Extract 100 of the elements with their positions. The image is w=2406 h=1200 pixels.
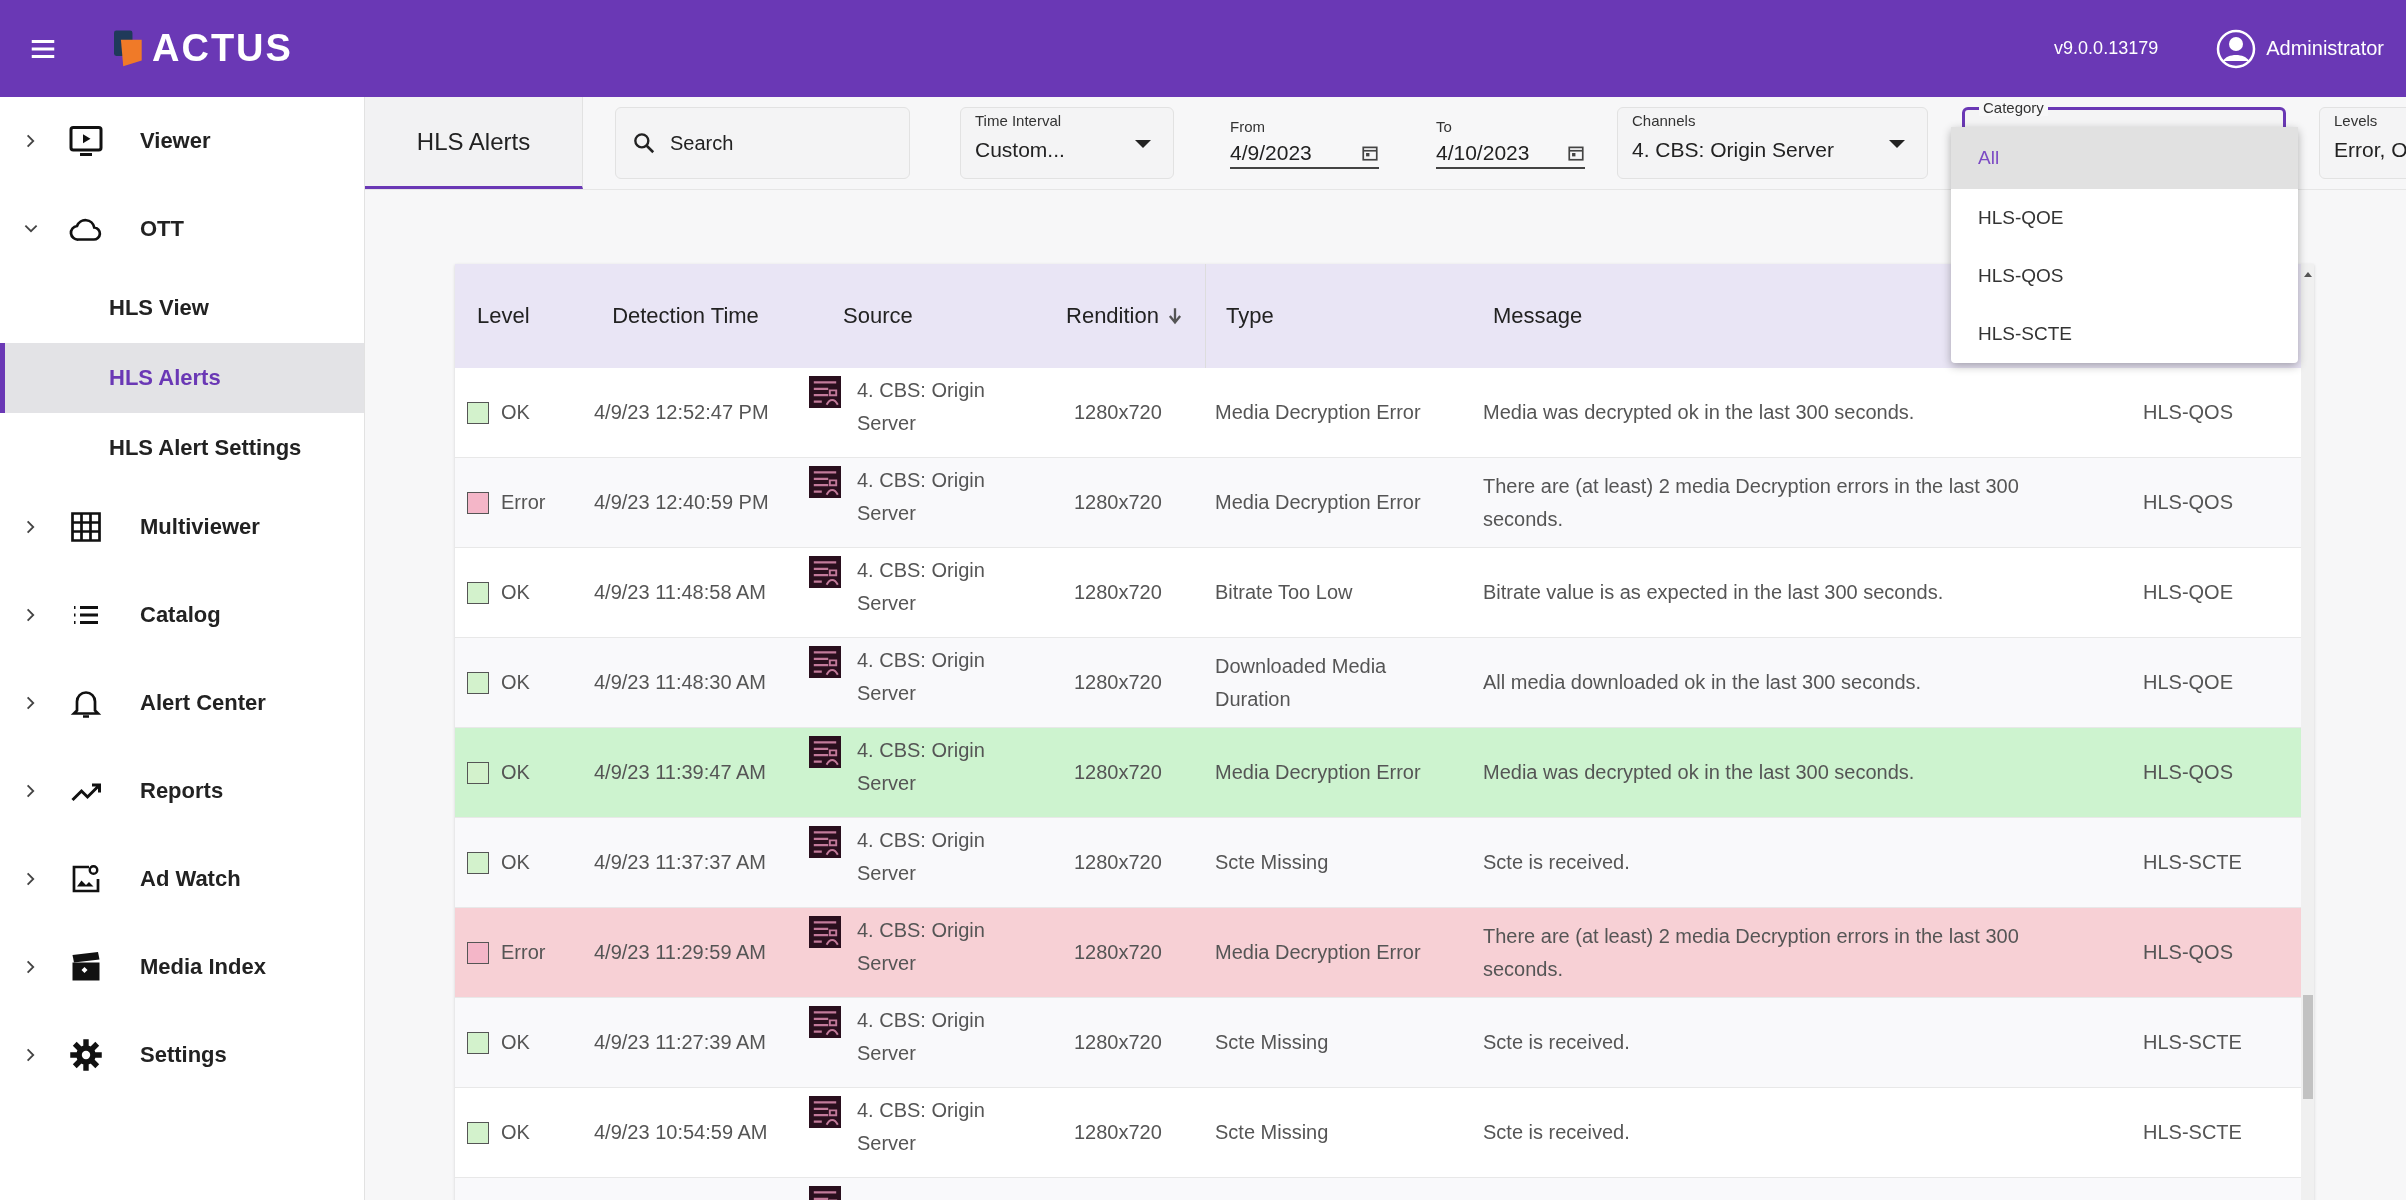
sidebar-item[interactable]: Alert Center bbox=[0, 659, 364, 747]
rendition: 1280x720 bbox=[1074, 670, 1162, 695]
detection-time: 4/9/23 12:40:59 PM bbox=[594, 490, 769, 515]
alert-message: Bitrate value is as expected in the last 300 seconds. bbox=[1483, 580, 1944, 605]
level-text: OK bbox=[501, 670, 530, 695]
version-label: v9.0.0.13179 bbox=[2054, 38, 2159, 59]
alert-message: All media downloaded ok in the last 300 seconds. bbox=[1483, 670, 1922, 695]
scrollbar-drawing[interactable] bbox=[2301, 264, 2314, 1200]
alert-message: Scte is received. bbox=[1483, 1120, 1630, 1145]
alert-category: HLS-QOE bbox=[2143, 580, 2234, 605]
sidebar-item[interactable]: OTT bbox=[0, 185, 364, 273]
source-name: 4. CBS: Origin Server bbox=[857, 1008, 986, 1066]
rendition: 1280x720 bbox=[1074, 490, 1162, 515]
levels-select[interactable]: Levels Error, O bbox=[2319, 107, 2406, 179]
detection-time: 4/9/23 10:54:59 AM bbox=[594, 1120, 768, 1145]
column-header[interactable]: Source bbox=[799, 264, 1044, 368]
table-row[interactable]: Error 4/9/23 12:40:59 PM 4. CBS: Origin Server 1280x720 Media Decryption Error There are (at least) 2 media Decryption errors in the last 300 seconds. HLS-QOS bbox=[455, 458, 2301, 548]
detection-time: 4/9/23 11:27:39 AM bbox=[594, 1030, 766, 1055]
rendition: 1280x720 bbox=[1074, 760, 1162, 785]
sidebar-subitem[interactable]: HLS Alert Settings bbox=[0, 413, 364, 483]
table-row[interactable]: OK 4/9/23 11:48:30 AM 4. CBS: Origin Server 1280x720 Downloaded Media Duration All media downloaded ok in the last 300 seconds. HLS-QOE bbox=[455, 638, 2301, 728]
grid-icon bbox=[68, 509, 104, 545]
sidebar-subitem[interactable]: HLS Alerts bbox=[0, 343, 364, 413]
sidebar-item[interactable]: Viewer bbox=[0, 97, 364, 185]
dropdown-option[interactable]: HLS-QOS bbox=[1951, 247, 2298, 305]
alert-message: There are (at least) 2 media Decryption errors in the last 300 seconds. bbox=[1483, 923, 2020, 982]
level-text: OK bbox=[501, 1030, 530, 1055]
level-text: OK bbox=[501, 400, 530, 425]
table-row[interactable]: OK 4/9/23 11:39:47 AM 4. CBS: Origin Server 1280x720 Media Decryption Error Media was decrypted ok in the last 300 seconds. HLS-QOS bbox=[455, 728, 2301, 818]
logo-icon bbox=[114, 29, 144, 68]
server-thumbnail-icon bbox=[809, 1096, 841, 1128]
from-date-field[interactable]: From 4/9/2023 bbox=[1230, 107, 1379, 179]
page-tab[interactable]: HLS Alerts bbox=[365, 97, 583, 189]
detection-time: 4/9/23 11:37:37 AM bbox=[594, 850, 766, 875]
level-text: OK bbox=[501, 580, 530, 605]
alert-category: HLS-QOE bbox=[2143, 670, 2234, 695]
source-name: 4. CBS: Origin Server bbox=[857, 468, 986, 526]
caret-icon bbox=[1889, 140, 1905, 148]
dropdown-option[interactable]: HLS-SCTE bbox=[1951, 305, 2298, 363]
column-header[interactable]: Detection Time bbox=[572, 264, 799, 368]
search-icon bbox=[631, 130, 657, 156]
user-avatar-icon[interactable] bbox=[2216, 28, 2257, 69]
source-name: 4. CBS: Origin Server bbox=[857, 828, 986, 886]
table-row[interactable]: OK 4/9/23 11:27:39 AM 4. CBS: Origin Server 1280x720 Scte Missing Scte is received. HLS-SCTE bbox=[455, 998, 2301, 1088]
dropdown-option[interactable]: All bbox=[1951, 127, 2298, 189]
dropdown-option[interactable]: HLS-QOE bbox=[1951, 189, 2298, 247]
level-text: OK bbox=[501, 1120, 530, 1145]
detection-time: 4/9/23 11:48:30 AM bbox=[594, 670, 766, 695]
time-interval-select[interactable]: Time Interval Custom... bbox=[960, 107, 1174, 179]
rendition: 1280x720 bbox=[1074, 580, 1162, 605]
alert-category: HLS-SCTE bbox=[2143, 1120, 2242, 1145]
source-name: 4. CBS: Origin Server bbox=[857, 918, 986, 976]
user-name[interactable]: Administrator bbox=[2266, 37, 2384, 60]
alert-category: HLS-SCTE bbox=[2143, 1030, 2242, 1055]
sidebar-item[interactable]: Multiviewer bbox=[0, 483, 364, 571]
sidebar-item[interactable]: Media Index bbox=[0, 923, 364, 1011]
source-name: 4. CBS: Origin Server bbox=[857, 1098, 986, 1156]
sidebar-item[interactable]: Catalog bbox=[0, 571, 364, 659]
table-row[interactable]: OK 4/9/23 12:52:47 PM 4. CBS: Origin Server 1280x720 Media Decryption Error Media was decrypted ok in the last 300 seconds. HLS-QOS bbox=[455, 368, 2301, 458]
to-date-field[interactable]: To 4/10/2023 bbox=[1436, 107, 1585, 179]
column-header[interactable]: Level bbox=[455, 264, 572, 368]
sidebar-item[interactable]: Ad Watch bbox=[0, 835, 364, 923]
server-thumbnail-icon bbox=[809, 1006, 841, 1038]
sidebar-subitem[interactable]: HLS View bbox=[0, 273, 364, 343]
level-text: Error bbox=[501, 490, 546, 515]
rendition: 1280x720 bbox=[1074, 1120, 1162, 1145]
table-row[interactable]: OK 4/9/23 11:37:37 AM 4. CBS: Origin Server 1280x720 Scte Missing Scte is received. HLS-SCTE bbox=[455, 818, 2301, 908]
server-thumbnail-icon bbox=[809, 376, 841, 408]
level-text: OK bbox=[501, 760, 530, 785]
alert-message: Media was decrypted ok in the last 300 seconds. bbox=[1483, 760, 1915, 785]
table-row[interactable]: OK 4/9/23 11:48:58 AM 4. CBS: Origin Server 1280x720 Bitrate Too Low Bitrate value is as expected in the last 300 seconds. HLS-QOE bbox=[455, 548, 2301, 638]
table-row[interactable]: Error 4/9/23 11:29:59 AM 4. CBS: Origin Server 1280x720 Media Decryption Error There are (at least) 2 media Decryption errors in the last 300 seconds. HLS-QOS bbox=[455, 908, 2301, 998]
column-header-label: Detection Time bbox=[612, 303, 759, 329]
detection-time: 4/9/23 12:52:47 PM bbox=[594, 400, 769, 425]
source-name: 4. CBS: Origin Server bbox=[857, 738, 986, 796]
monitor-play-icon bbox=[68, 123, 104, 159]
alert-type: Scte Missing bbox=[1215, 1120, 1329, 1145]
table-row[interactable]: OK 4/9/23 10:54:59 AM 4. CBS: Origin Server 1280x720 Scte Missing Scte is received. HLS-SCTE bbox=[455, 1088, 2301, 1178]
column-header-label: Rendition bbox=[1066, 303, 1159, 329]
search-field[interactable]: Search bbox=[615, 107, 910, 179]
sidebar-item[interactable]: Settings bbox=[0, 1011, 364, 1099]
alert-type: Media Decryption Error bbox=[1215, 760, 1421, 785]
column-header-label: Level bbox=[477, 303, 530, 329]
alert-category: HLS-QOS bbox=[2143, 760, 2234, 785]
alert-type: Bitrate Too Low bbox=[1215, 580, 1353, 605]
level-text: OK bbox=[501, 850, 530, 875]
alert-message: Scte is received. bbox=[1483, 850, 1630, 875]
source-name: 4. CBS: Origin Server bbox=[857, 378, 986, 436]
alert-type: Media Decryption Error bbox=[1215, 940, 1421, 965]
column-header-label: Source bbox=[843, 303, 913, 329]
sidebar-item[interactable]: Reports bbox=[0, 747, 364, 835]
logo-text: ACTUS bbox=[152, 27, 293, 70]
alert-type: Scte Missing bbox=[1215, 850, 1329, 875]
alert-type: Media Decryption Error bbox=[1215, 490, 1421, 515]
column-header[interactable]: Rendition bbox=[1044, 264, 1205, 368]
settings-icon bbox=[68, 1037, 104, 1073]
channels-select[interactable]: Channels 4. CBS: Origin Server bbox=[1617, 107, 1928, 179]
detection-time: 4/9/23 11:29:59 AM bbox=[594, 940, 766, 965]
alert-type: Downloaded Media Duration bbox=[1215, 653, 1388, 712]
alert-type: Media Decryption Error bbox=[1215, 400, 1421, 425]
